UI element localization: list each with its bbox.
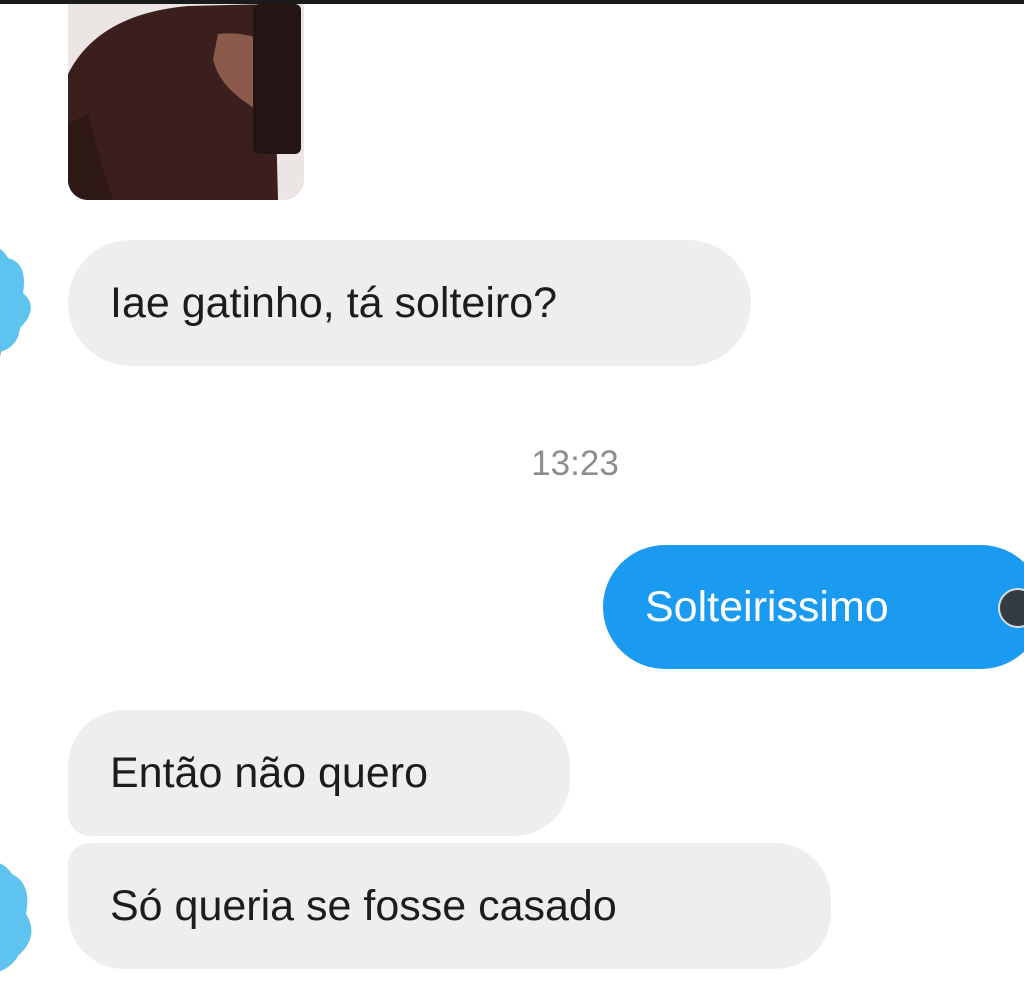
message-text: Iae gatinho, tá solteiro? xyxy=(110,278,558,327)
message-text: Então não quero xyxy=(110,748,428,797)
outgoing-message[interactable]: Solteirissimo xyxy=(603,545,1024,669)
incoming-message[interactable]: Só queria se fosse casado xyxy=(68,843,831,969)
message-timestamp: 13:23 xyxy=(531,444,619,483)
message-text: Só queria se fosse casado xyxy=(110,881,617,930)
contact-avatar-icon[interactable] xyxy=(0,856,42,976)
shared-photo[interactable] xyxy=(68,4,304,200)
incoming-message[interactable]: Então não quero xyxy=(68,710,570,836)
contact-avatar-icon[interactable] xyxy=(0,238,42,358)
incoming-message[interactable]: Iae gatinho, tá solteiro? xyxy=(68,240,751,366)
message-text: Solteirissimo xyxy=(645,582,889,631)
